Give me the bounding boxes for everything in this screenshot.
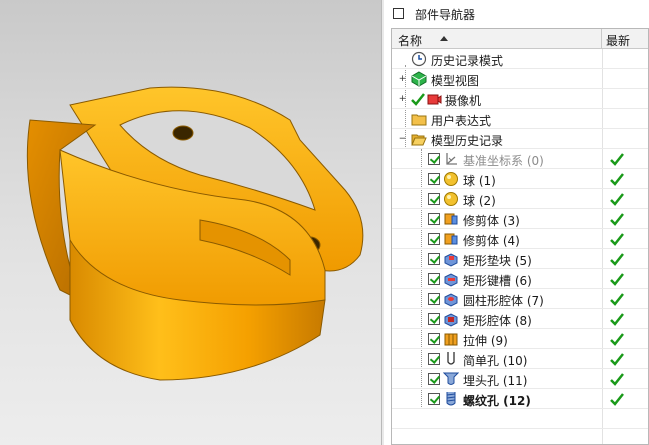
sphere-icon [444, 192, 458, 206]
tree-row-feature-cyl-pocket[interactable]: 圆柱形腔体 (7) [392, 289, 648, 309]
extrude-icon [444, 333, 458, 346]
expand-plus-icon[interactable]: + [398, 95, 407, 104]
feature-checkbox[interactable] [428, 313, 440, 325]
check-icon [411, 93, 425, 106]
feature-checkbox[interactable] [428, 173, 440, 185]
tree-row-feature-extrude[interactable]: 拉伸 (9) [392, 329, 648, 349]
column-latest-label[interactable]: 最新 [606, 32, 630, 49]
clock-icon [411, 51, 427, 67]
tree-row-history-mode[interactable]: 历史记录模式 [392, 49, 648, 69]
camera-icon [427, 94, 442, 105]
latest-check-icon [610, 233, 624, 246]
latest-check-icon [610, 253, 624, 266]
folder-icon [411, 114, 427, 126]
simple-hole-icon [447, 352, 455, 365]
tree-row-feature-trim-body-4[interactable]: 修剪体 (4) [392, 229, 648, 249]
tree-row-feature-rect-slot[interactable]: 矩形键槽 (6) [392, 269, 648, 289]
navigator-pin-checkbox[interactable] [393, 8, 404, 19]
feature-checkbox[interactable] [428, 373, 440, 385]
cyl-pocket-icon [444, 293, 458, 307]
row-label: 拉伸 (9) [463, 334, 508, 348]
latest-check-icon [610, 373, 624, 386]
tree-row-feature-rect-pad[interactable]: 矩形垫块 (5) [392, 249, 648, 269]
threaded-hole-icon [446, 392, 456, 406]
row-label: 球 (2) [463, 194, 496, 208]
feature-checkbox[interactable] [428, 193, 440, 205]
row-label: 模型历史记录 [431, 134, 504, 148]
row-label: 矩形垫块 (5) [463, 254, 532, 268]
latest-check-icon [610, 313, 624, 326]
latest-check-icon [610, 213, 624, 226]
datum-csys-icon [446, 153, 457, 165]
collapse-minus-icon[interactable]: − [398, 135, 407, 144]
row-label: 简单孔 (10) [463, 354, 528, 368]
row-label: 修剪体 (3) [463, 214, 520, 228]
row-label: 埋头孔 (11) [463, 374, 528, 388]
feature-checkbox[interactable] [428, 273, 440, 285]
graphics-viewport[interactable] [0, 0, 381, 445]
model-views-icon [411, 71, 427, 87]
sort-ascending-icon [440, 36, 448, 41]
row-label: 圆柱形腔体 (7) [463, 294, 544, 308]
feature-checkbox[interactable] [428, 293, 440, 305]
row-label: 摄像机 [445, 94, 482, 108]
latest-check-icon [610, 173, 624, 186]
feature-checkbox[interactable] [428, 253, 440, 265]
rect-slot-icon [444, 273, 458, 287]
tree-row-feature-sphere-1[interactable]: 球 (1) [392, 169, 648, 189]
row-label: 基准坐标系 (0) [463, 154, 544, 168]
latest-check-icon [610, 193, 624, 206]
trim-body-icon [444, 213, 458, 225]
tree-row-feature-simple-hole[interactable]: 简单孔 (10) [392, 349, 648, 369]
navigator-header: 部件导航器 [384, 0, 649, 28]
row-label: 矩形键槽 (6) [463, 274, 532, 288]
column-name-header[interactable]: 名称 [392, 29, 602, 49]
empty-row [392, 409, 648, 429]
latest-check-icon [610, 393, 624, 406]
row-label: 用户表达式 [431, 114, 492, 128]
latest-check-icon [610, 333, 624, 346]
latest-check-icon [610, 153, 624, 166]
rect-pad-icon [444, 253, 458, 267]
feature-checkbox[interactable] [428, 333, 440, 345]
tree-row-feature-threaded-hole[interactable]: 螺纹孔 (12) [392, 389, 648, 409]
rect-pocket-icon [444, 313, 458, 327]
part-model[interactable] [0, 0, 381, 445]
tree-row-feature-datum-csys[interactable]: 基准坐标系 (0) [392, 149, 648, 169]
column-header: 名称 最新 [392, 29, 648, 49]
tree-row-feature-sphere-2[interactable]: 球 (2) [392, 189, 648, 209]
feature-checkbox[interactable] [428, 393, 440, 405]
tree-row-model-history[interactable]: − 模型历史记录 [392, 129, 648, 149]
part-navigator: 部件导航器 名称 最新 历史记录模式 + 模型视图 + 摄像机 用户表达式 − … [384, 0, 649, 445]
tree-row-feature-trim-body-3[interactable]: 修剪体 (3) [392, 209, 648, 229]
tree-row-feature-rect-pocket[interactable]: 矩形腔体 (8) [392, 309, 648, 329]
row-label: 历史记录模式 [431, 54, 504, 68]
row-label: 修剪体 (4) [463, 234, 520, 248]
navigator-tree[interactable]: 名称 最新 历史记录模式 + 模型视图 + 摄像机 用户表达式 − 模型历史记录… [391, 28, 649, 445]
latest-check-icon [610, 353, 624, 366]
feature-checkbox[interactable] [428, 213, 440, 225]
feature-checkbox[interactable] [428, 353, 440, 365]
tree-row-cameras[interactable]: + 摄像机 [392, 89, 648, 109]
countersunk-hole-icon [443, 372, 459, 385]
row-label: 矩形腔体 (8) [463, 314, 532, 328]
column-name-label: 名称 [398, 34, 423, 48]
trim-body-icon [444, 233, 458, 245]
latest-check-icon [610, 293, 624, 306]
sphere-icon [444, 172, 458, 186]
feature-checkbox[interactable] [428, 153, 440, 165]
row-label: 模型视图 [431, 74, 480, 88]
tree-row-feature-countersunk-hole[interactable]: 埋头孔 (11) [392, 369, 648, 389]
row-label: 螺纹孔 (12) [463, 394, 531, 408]
latest-check-icon [610, 273, 624, 286]
folder-open-icon [411, 134, 427, 146]
tree-row-user-expressions[interactable]: 用户表达式 [392, 109, 648, 129]
navigator-title: 部件导航器 [415, 8, 476, 22]
feature-checkbox[interactable] [428, 233, 440, 245]
tree-row-model-views[interactable]: + 模型视图 [392, 69, 648, 89]
row-label: 球 (1) [463, 174, 496, 188]
expand-plus-icon[interactable]: + [398, 75, 407, 84]
